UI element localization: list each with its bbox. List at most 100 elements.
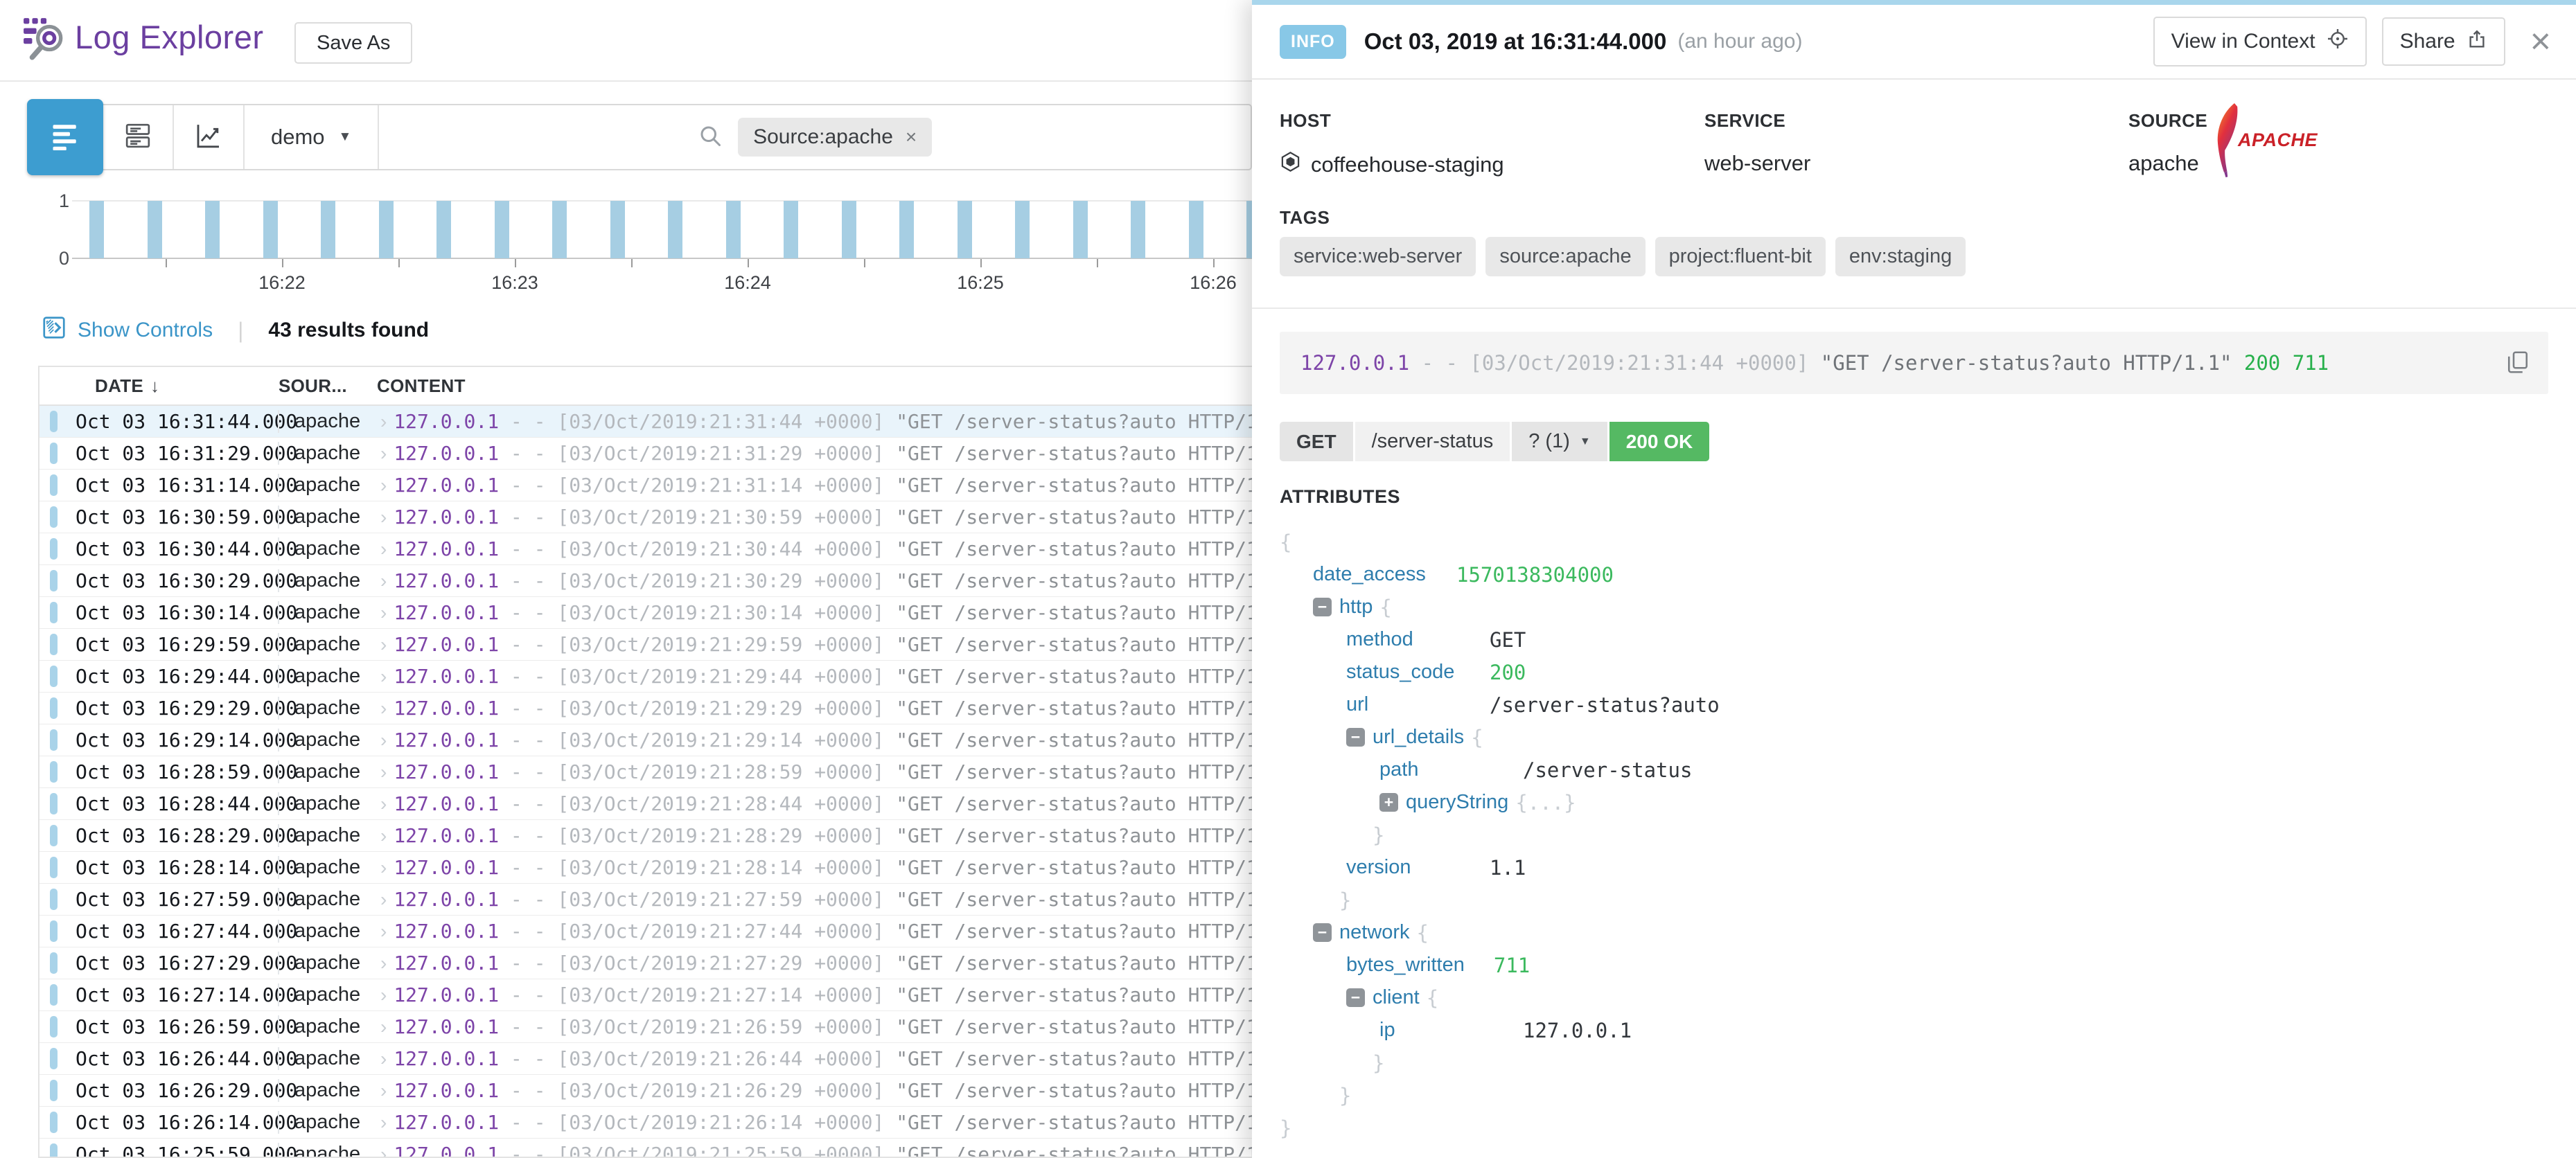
search-input[interactable]: Source:apache × (379, 105, 1251, 169)
column-header-content[interactable]: CONTENT (369, 375, 1252, 397)
log-content: 127.0.0.1 - - [03/Oct/2019:21:26:14 +000… (394, 1111, 1252, 1134)
timeseries-view-toggle[interactable] (174, 105, 245, 169)
saved-view-dropdown[interactable]: demo ▼ (245, 105, 379, 169)
log-level-indicator (50, 889, 58, 910)
log-row[interactable]: Oct 03 16:27:44.000apache›127.0.0.1 - - … (39, 916, 1252, 947)
log-row[interactable]: Oct 03 16:26:14.000apache›127.0.0.1 - - … (39, 1107, 1252, 1139)
histogram-bar[interactable] (495, 201, 509, 258)
log-row[interactable]: Oct 03 16:28:14.000apache›127.0.0.1 - - … (39, 852, 1252, 884)
log-row[interactable]: Oct 03 16:31:29.000apache›127.0.0.1 - - … (39, 438, 1252, 470)
remove-filter-icon[interactable]: × (906, 126, 917, 148)
log-row[interactable]: Oct 03 16:29:14.000apache›127.0.0.1 - - … (39, 724, 1252, 756)
attribute-key[interactable]: bytes_written (1346, 954, 1465, 977)
log-row[interactable]: Oct 03 16:29:59.000apache›127.0.0.1 - - … (39, 629, 1252, 661)
tag-chip[interactable]: source:apache (1485, 237, 1645, 276)
histogram-bar[interactable] (148, 201, 162, 258)
list-view-toggle[interactable] (27, 99, 103, 175)
show-controls-link[interactable]: Show Controls (42, 315, 213, 346)
attribute-key[interactable]: url (1346, 693, 1461, 716)
host-value-row[interactable]: coffeehouse-staging (1280, 151, 1704, 178)
histogram-bar[interactable] (263, 201, 278, 258)
log-row[interactable]: Oct 03 16:30:29.000apache›127.0.0.1 - - … (39, 565, 1252, 597)
log-row[interactable]: Oct 03 16:29:44.000apache›127.0.0.1 - - … (39, 661, 1252, 693)
close-panel-icon[interactable]: × (2530, 24, 2551, 60)
collapse-toggle[interactable]: − (1313, 923, 1332, 942)
log-row[interactable]: Oct 03 16:26:29.000apache›127.0.0.1 - - … (39, 1075, 1252, 1107)
tag-chip[interactable]: project:fluent-bit (1655, 237, 1826, 276)
attribute-key[interactable]: method (1346, 628, 1461, 651)
attribute-key[interactable]: queryString (1406, 791, 1508, 814)
log-row[interactable]: Oct 03 16:27:59.000apache›127.0.0.1 - - … (39, 884, 1252, 916)
histogram-bar[interactable] (668, 201, 682, 258)
collapse-toggle[interactable]: − (1346, 728, 1365, 747)
source-value[interactable]: apache (2128, 151, 2548, 176)
log-row[interactable]: Oct 03 16:28:29.000apache›127.0.0.1 - - … (39, 820, 1252, 852)
attribute-key[interactable]: date_access (1313, 563, 1427, 586)
histogram-bar[interactable] (1246, 201, 1252, 258)
log-row[interactable]: Oct 03 16:30:59.000apache›127.0.0.1 - - … (39, 501, 1252, 533)
expand-toggle[interactable]: + (1379, 793, 1398, 812)
histogram-bar[interactable] (899, 201, 914, 258)
log-row[interactable]: Oct 03 16:27:14.000apache›127.0.0.1 - - … (39, 979, 1252, 1011)
attribute-key[interactable]: ip (1379, 1019, 1494, 1042)
histogram-bar[interactable] (89, 201, 104, 258)
log-row[interactable]: Oct 03 16:30:44.000apache›127.0.0.1 - - … (39, 533, 1252, 565)
column-header-source[interactable]: SOUR... (279, 375, 369, 397)
histogram-bar[interactable] (784, 201, 798, 258)
histogram-bar[interactable] (610, 201, 625, 258)
http-query-dropdown[interactable]: ? (1) ▼ (1512, 422, 1607, 461)
collapse-toggle[interactable]: − (1313, 598, 1332, 616)
log-row[interactable]: Oct 03 16:30:14.000apache›127.0.0.1 - - … (39, 597, 1252, 629)
attribute-row: methodGET (1280, 623, 2562, 656)
log-meta: - - [03/Oct/2019:21:28:44 +0000] (499, 792, 884, 815)
save-as-button[interactable]: Save As (294, 22, 412, 64)
histogram-bar[interactable] (205, 201, 220, 258)
histogram-bar[interactable] (842, 201, 856, 258)
filter-chip-source-apache[interactable]: Source:apache × (738, 118, 932, 157)
histogram-bar[interactable] (1131, 201, 1145, 258)
host-icon (1280, 151, 1301, 178)
histogram-bar[interactable] (1189, 201, 1203, 258)
collapse-toggle[interactable]: − (1346, 988, 1365, 1007)
view-in-context-button[interactable]: View in Context (2153, 17, 2367, 66)
attribute-key[interactable]: client (1373, 986, 1420, 1009)
histogram-bar[interactable] (958, 201, 972, 258)
attribute-key[interactable]: network (1339, 921, 1410, 944)
attribute-key[interactable]: http (1339, 596, 1373, 618)
reserved-attributes: HOST coffeehouse-staging SERVICE web-ser… (1280, 110, 2548, 178)
log-meta: - - [03/Oct/2019:21:29:29 +0000] (499, 697, 884, 720)
attribute-key[interactable]: url_details (1373, 726, 1464, 749)
attribute-key[interactable]: path (1379, 758, 1494, 781)
log-request: "GET /server-status?auto HTTP/1.1" (884, 952, 1252, 974)
log-row[interactable]: Oct 03 16:31:14.000apache›127.0.0.1 - - … (39, 470, 1252, 501)
log-row[interactable]: Oct 03 16:27:29.000apache›127.0.0.1 - - … (39, 947, 1252, 979)
histogram-bar[interactable] (321, 201, 335, 258)
log-row[interactable]: Oct 03 16:31:44.000apache›127.0.0.1 - - … (39, 406, 1252, 438)
log-row[interactable]: Oct 03 16:26:59.000apache›127.0.0.1 - - … (39, 1011, 1252, 1043)
tag-chip[interactable]: env:staging (1835, 237, 1966, 276)
tag-chip[interactable]: service:web-server (1280, 237, 1476, 276)
share-button[interactable]: Share (2382, 17, 2505, 66)
service-value[interactable]: web-server (1704, 151, 2128, 176)
log-row[interactable]: Oct 03 16:29:29.000apache›127.0.0.1 - - … (39, 693, 1252, 724)
log-row[interactable]: Oct 03 16:26:44.000apache›127.0.0.1 - - … (39, 1043, 1252, 1075)
attribute-row: date_access1570138304000 (1280, 558, 2562, 591)
log-row[interactable]: Oct 03 16:25:59.000apache›127.0.0.1 - - … (39, 1139, 1252, 1158)
log-ip: 127.0.0.1 (394, 601, 499, 624)
card-view-toggle[interactable] (103, 105, 174, 169)
histogram-bar[interactable] (552, 201, 567, 258)
histogram-bar[interactable] (1073, 201, 1088, 258)
histogram-bar[interactable] (379, 201, 394, 258)
log-row[interactable]: Oct 03 16:28:59.000apache›127.0.0.1 - - … (39, 756, 1252, 788)
attribute-key[interactable]: status_code (1346, 661, 1461, 684)
log-date: Oct 03 16:28:14.000 (58, 856, 278, 879)
attribute-key[interactable]: version (1346, 856, 1461, 879)
histogram-bar[interactable] (1015, 201, 1030, 258)
column-header-date[interactable]: DATE ↓ (39, 375, 279, 397)
copy-icon[interactable] (2505, 350, 2530, 380)
saved-view-name: demo (271, 125, 325, 150)
log-message-box: 127.0.0.1 - - [03/Oct/2019:21:31:44 +000… (1280, 332, 2548, 394)
log-row[interactable]: Oct 03 16:28:44.000apache›127.0.0.1 - - … (39, 788, 1252, 820)
histogram-bar[interactable] (436, 201, 451, 258)
histogram-bar[interactable] (726, 201, 741, 258)
